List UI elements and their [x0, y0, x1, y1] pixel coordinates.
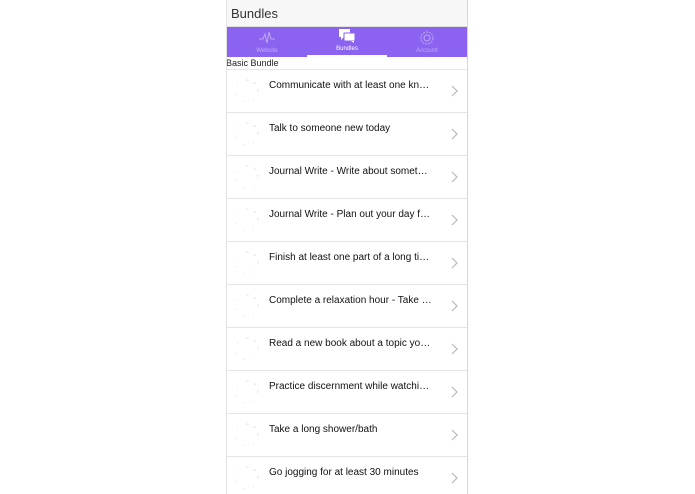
chevron-right-icon: [451, 85, 458, 97]
checkbox-icon[interactable]: [235, 165, 259, 189]
tab-bundles[interactable]: Bundles: [307, 27, 387, 57]
list-item[interactable]: Complete a relaxation hour - Take time o…: [227, 285, 467, 328]
tab-label: Website: [256, 48, 278, 54]
chevron-right-icon: [451, 386, 458, 398]
checkbox-icon[interactable]: [235, 251, 259, 275]
list-item[interactable]: Finish at least one part of a long time …: [227, 242, 467, 285]
tab-website[interactable]: Website: [227, 27, 307, 57]
nav-header: Bundles: [227, 0, 467, 27]
checkbox-icon[interactable]: [235, 208, 259, 232]
checkbox-icon[interactable]: [235, 79, 259, 103]
list-item[interactable]: Go jogging for at least 30 minutes: [227, 457, 467, 494]
chevron-right-icon: [451, 171, 458, 183]
list-item-label: Communicate with at least one know someo…: [269, 80, 433, 91]
gear-icon: [418, 30, 436, 46]
list-item[interactable]: Take a long shower/bath: [227, 414, 467, 457]
checkbox-icon[interactable]: [235, 466, 259, 490]
tab-label: Bundles: [336, 46, 358, 52]
chat-bubbles-icon: [338, 28, 356, 44]
page-title: Bundles: [231, 5, 278, 21]
list-item-label: Journal Write - Plan out your day for to…: [269, 209, 433, 220]
chevron-right-icon: [451, 343, 458, 355]
list-item-label: Practice discernment while watching TV: [269, 381, 433, 392]
list-item-label: Complete a relaxation hour - Take time o…: [269, 295, 433, 306]
chevron-right-icon: [451, 128, 458, 140]
list-item[interactable]: Read a new book about a topic you like: [227, 328, 467, 371]
checkbox-icon[interactable]: [235, 423, 259, 447]
list-item[interactable]: Communicate with at least one know someo…: [227, 70, 467, 113]
list-item-label: Talk to someone new today: [269, 123, 391, 134]
chevron-right-icon: [451, 300, 458, 312]
checkbox-icon[interactable]: [235, 337, 259, 361]
chevron-right-icon: [451, 472, 458, 484]
list-item-label: Finish at least one part of a long time …: [269, 252, 433, 263]
checkbox-icon[interactable]: [235, 294, 259, 318]
tab-account[interactable]: Account: [387, 27, 467, 57]
tab-bar: Website Bundles Account: [227, 27, 467, 57]
list-item[interactable]: Talk to someone new today: [227, 113, 467, 156]
checkbox-icon[interactable]: [235, 380, 259, 404]
list-item[interactable]: Practice discernment while watching TV: [227, 371, 467, 414]
chevron-right-icon: [451, 214, 458, 226]
section-header: Basic Bundle: [227, 57, 467, 70]
tab-label: Account: [416, 48, 438, 54]
chevron-right-icon: [451, 429, 458, 441]
list-item[interactable]: Journal Write - Plan out your day for to…: [227, 199, 467, 242]
app-screen: Bundles Website Bundles Account Basic Bu…: [226, 0, 468, 494]
pulse-icon: [258, 30, 276, 46]
list-item-label: Take a long shower/bath: [269, 424, 378, 435]
task-list: Communicate with at least one know someo…: [227, 70, 467, 494]
list-item-label: Journal Write - Write about something to…: [269, 166, 433, 177]
list-item-label: Read a new book about a topic you like: [269, 338, 433, 349]
chevron-right-icon: [451, 257, 458, 269]
list-item-label: Go jogging for at least 30 minutes: [269, 467, 419, 478]
list-item[interactable]: Journal Write - Write about something to…: [227, 156, 467, 199]
checkbox-icon[interactable]: [235, 122, 259, 146]
